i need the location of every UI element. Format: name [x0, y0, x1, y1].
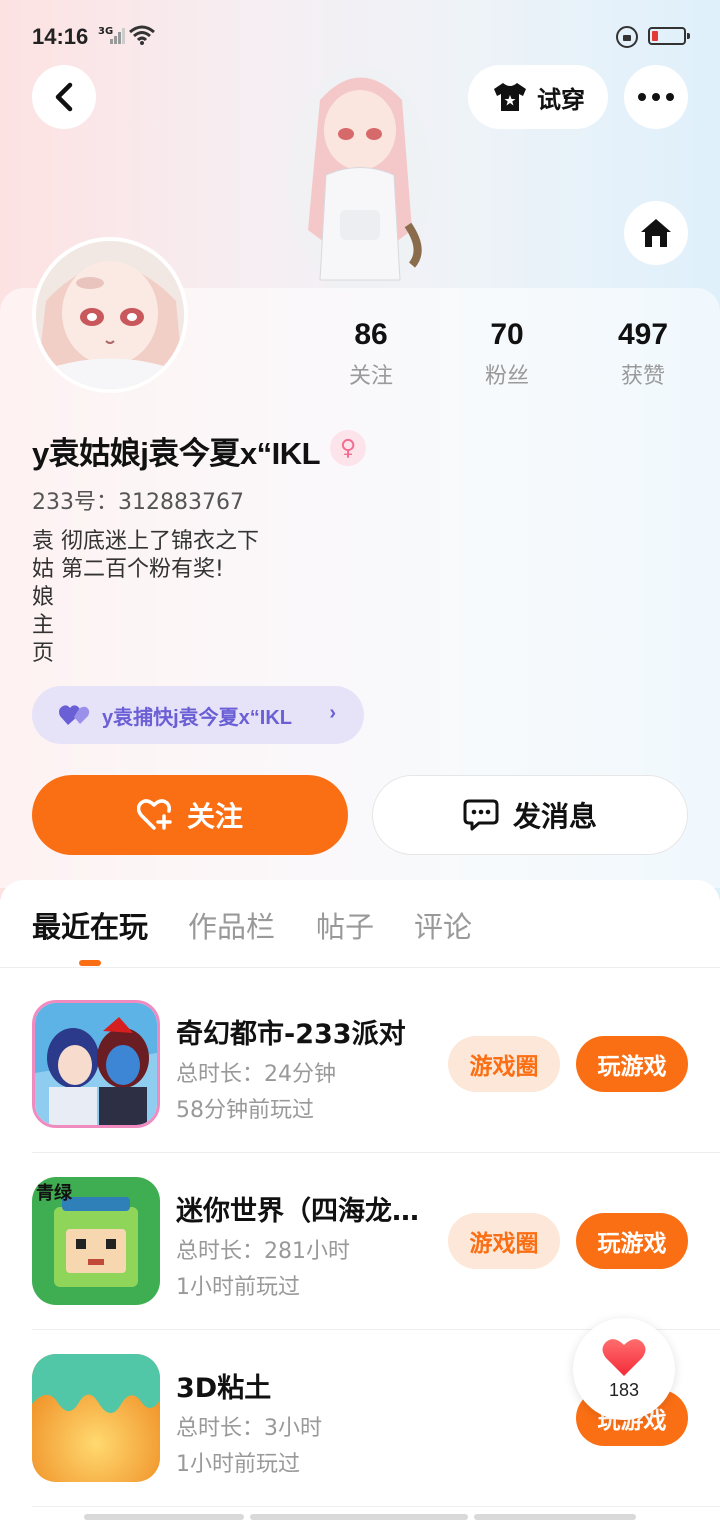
signal-icon: [110, 28, 125, 44]
heart-icon: [602, 1338, 646, 1376]
stat-following-value: 86: [354, 318, 388, 351]
chevron-left-icon: [55, 82, 73, 112]
game-icon-fantasy-city[interactable]: [32, 1000, 160, 1128]
avatar-image: [36, 241, 184, 389]
double-heart-icon: [59, 705, 90, 725]
battery-icon: [648, 27, 690, 45]
message-button[interactable]: 发消息: [372, 775, 688, 855]
follow-button[interactable]: 关注: [32, 775, 348, 855]
play-game-button[interactable]: 玩游戏: [576, 1213, 688, 1269]
avatar[interactable]: [32, 237, 188, 393]
stat-followers-value: 70: [490, 318, 524, 351]
game-last-played: 58分钟前玩过: [176, 1098, 314, 1123]
game-icon-mini-world[interactable]: 青绿: [32, 1177, 160, 1305]
tab-recently-played[interactable]: 最近在玩: [32, 904, 148, 946]
game-duration: 总时长：3小时: [176, 1416, 322, 1441]
home-icon: [641, 219, 671, 247]
game-last-played: 1小时前玩过: [176, 1452, 300, 1477]
stat-following[interactable]: 86 关注: [316, 318, 426, 390]
stat-followers-label: 粉丝: [484, 364, 529, 389]
stat-following-label: 关注: [348, 364, 393, 389]
game-title: 奇幻都市-233派对: [176, 1019, 406, 1050]
more-button[interactable]: [624, 65, 688, 129]
wifi-icon: [129, 25, 155, 45]
game-row[interactable]: 奇幻都市-233派对 总时长：24分钟 58分钟前玩过 游戏圈 玩游戏: [0, 968, 720, 1144]
message-label: 发消息: [512, 800, 597, 833]
row-divider: [32, 1506, 720, 1507]
shirt-icon: [494, 83, 526, 111]
stat-likes[interactable]: 497 获赞: [588, 318, 698, 390]
svg-text:青绿: 青绿: [36, 1182, 73, 1204]
chat-bubble-icon: [463, 799, 499, 831]
follow-label: 关注: [186, 800, 243, 833]
more-dots-icon: [638, 93, 674, 101]
bottom-bar-segment: [474, 1514, 636, 1520]
profile-uid[interactable]: 233号：312883767: [32, 484, 244, 516]
game-circle-button[interactable]: 游戏圈: [448, 1036, 560, 1092]
bottom-bar-segment: [84, 1514, 244, 1520]
game-duration: 总时长：24分钟: [176, 1062, 336, 1087]
try-on-button[interactable]: 试穿: [468, 65, 608, 129]
tab-works[interactable]: 作品栏: [188, 904, 275, 946]
game-cover-image: 青绿: [32, 1177, 160, 1305]
gender-female-icon: ♀: [330, 430, 366, 466]
stat-followers[interactable]: 70 粉丝: [452, 318, 562, 390]
game-last-played: 1小时前玩过: [176, 1275, 300, 1300]
cp-tag-label: y袁捕快j袁今夏x“IKL: [102, 706, 293, 729]
tab-active-indicator: [79, 960, 101, 966]
like-count: 183: [608, 1379, 640, 1400]
rotation-lock-icon: [616, 26, 638, 48]
back-button[interactable]: [32, 65, 96, 129]
game-icon-3d-clay[interactable]: [32, 1354, 160, 1482]
tab-comments[interactable]: 评论: [414, 904, 472, 946]
chevron-right-icon: ›: [329, 702, 336, 724]
character-3d-figure: [288, 65, 432, 290]
stat-likes-value: 497: [617, 318, 669, 351]
game-cover-image: [32, 1354, 160, 1482]
tab-posts[interactable]: 帖子: [316, 904, 374, 946]
heart-plus-icon: [136, 799, 172, 830]
status-time: 14:16: [32, 24, 89, 49]
game-cover-image: [35, 1003, 157, 1125]
game-row[interactable]: 青绿 迷你世界（四海龙… 总时长：281小时 1小时前玩过 游戏圈 玩游戏: [0, 1145, 720, 1321]
bottom-bar-segment: [250, 1514, 468, 1520]
profile-name: y袁姑娘j袁今夏x“IKL: [32, 436, 321, 471]
game-circle-button[interactable]: 游戏圈: [448, 1213, 560, 1269]
try-on-label: 试穿: [537, 85, 585, 114]
profile-bio: 袁 彻底迷上了锦衣之下 姑 第二百个粉有奖! 娘 主 页: [32, 529, 259, 666]
play-game-button[interactable]: 玩游戏: [576, 1036, 688, 1092]
game-duration: 总时长：281小时: [176, 1239, 350, 1264]
game-title: 3D粘土: [176, 1373, 272, 1404]
home-button[interactable]: [624, 201, 688, 265]
cp-relation-tag[interactable]: y袁捕快j袁今夏x“IKL ›: [32, 686, 364, 744]
stat-likes-label: 获赞: [620, 364, 665, 389]
game-title: 迷你世界（四海龙…: [176, 1196, 419, 1227]
like-float-button[interactable]: 183: [573, 1318, 675, 1420]
